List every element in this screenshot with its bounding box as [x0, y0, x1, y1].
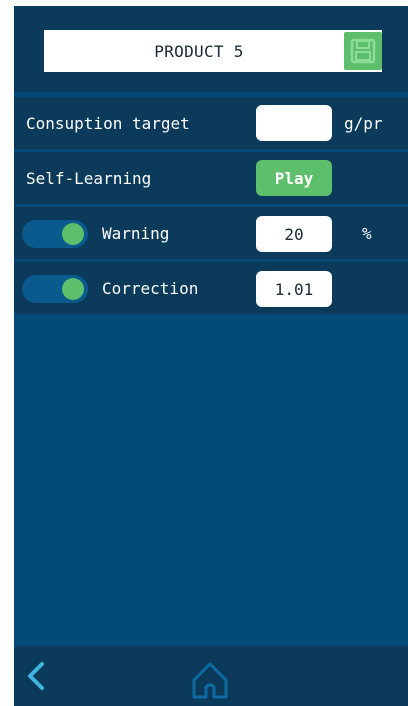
consumption-unit: g/pr [344, 113, 383, 133]
warning-label: Warning [102, 223, 170, 243]
correction-input[interactable]: 1.01 [256, 271, 332, 307]
correction-toggle[interactable] [22, 275, 88, 303]
toggle-knob [62, 278, 84, 300]
back-button[interactable] [22, 658, 52, 694]
self-learning-label: Self-Learning [26, 168, 152, 188]
home-button[interactable] [190, 660, 230, 700]
footer-nav [14, 646, 408, 706]
warning-unit: % [362, 223, 372, 243]
consumption-target-label: Consuption target [26, 113, 190, 133]
correction-label: Correction [102, 278, 199, 298]
floppy-disk-icon [350, 38, 376, 64]
correction-row: Correction 1.01 [14, 262, 408, 314]
home-icon [192, 662, 228, 699]
warning-input[interactable]: 20 [256, 216, 332, 252]
product-name-field[interactable]: PRODUCT 5 [44, 30, 382, 72]
save-button[interactable] [344, 32, 382, 70]
warning-row: Warning 20 % [14, 207, 408, 259]
chevron-left-icon [28, 662, 44, 690]
self-learning-row: Self-Learning Play [14, 152, 408, 204]
screen: PRODUCT 5 Consuption target g/pr Self-Le… [14, 6, 408, 706]
warning-toggle[interactable] [22, 220, 88, 248]
product-name: PRODUCT 5 [154, 41, 244, 61]
play-button[interactable]: Play [256, 160, 332, 196]
consumption-target-input[interactable] [256, 105, 332, 141]
toggle-knob [62, 223, 84, 245]
header: PRODUCT 5 [14, 6, 408, 92]
consumption-target-row: Consuption target g/pr [14, 97, 408, 149]
